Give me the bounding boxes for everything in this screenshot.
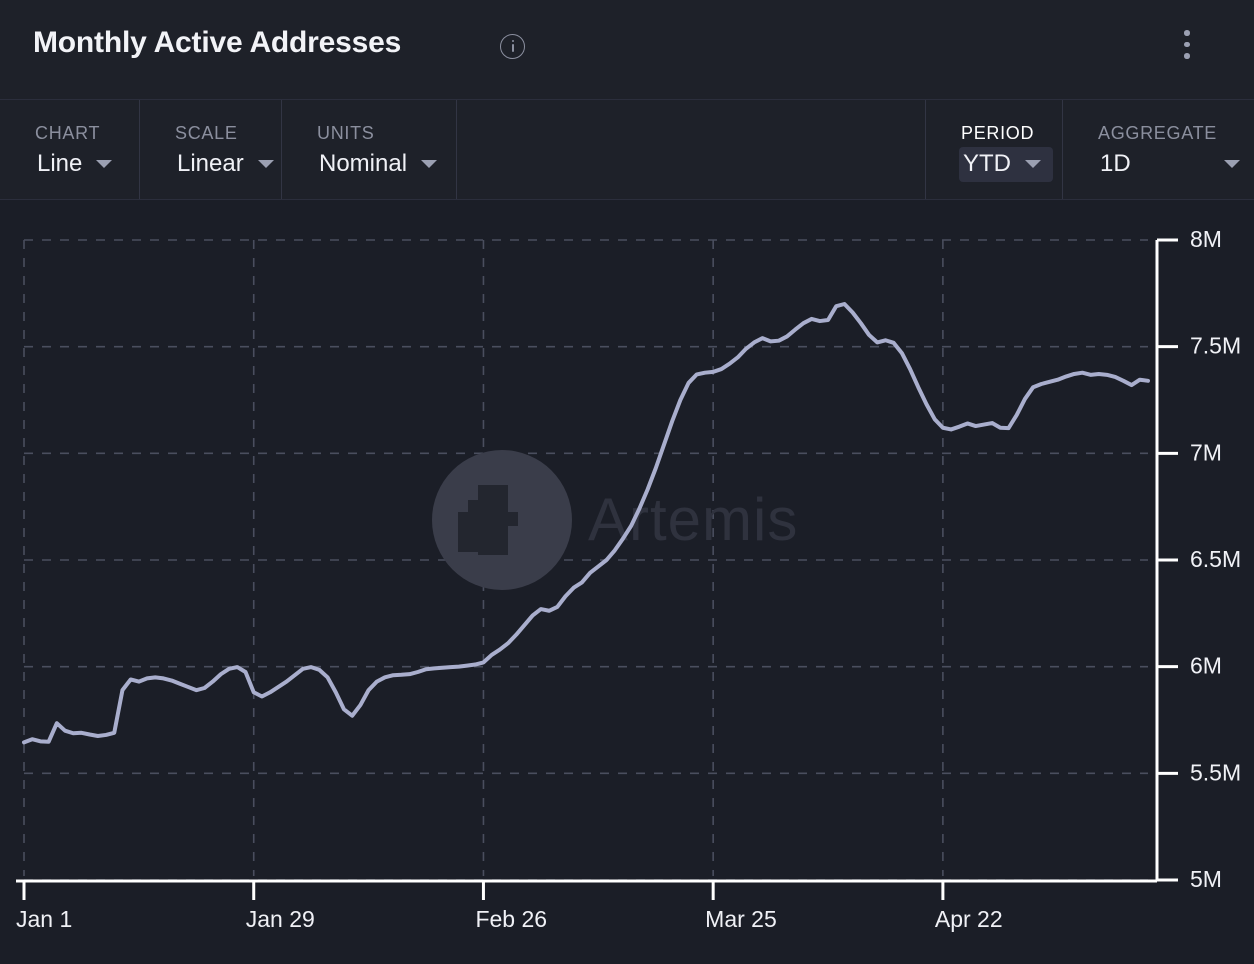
y-axis-tick-label: 6.5M xyxy=(1190,546,1241,572)
chart-widget: Monthly Active Addresses CHART Line SCAL… xyxy=(0,0,1254,964)
y-axis-ticks xyxy=(1157,240,1178,880)
toolbar-value-scale: Linear xyxy=(177,149,244,179)
toolbar-label-period: PERIOD xyxy=(961,123,1034,144)
chart-canvas: Artemis 8M 7.5M 7M 6.5M 6M 5.5M 5M Jan 1 Jan 29… xyxy=(0,200,1254,964)
y-axis-tick-label: 5M xyxy=(1190,866,1222,892)
chevron-down-icon xyxy=(1025,160,1041,168)
page-title: Monthly Active Addresses xyxy=(33,26,401,60)
toolbar-label-units: UNITS xyxy=(317,123,375,144)
toolbar-control-scale[interactable]: SCALE Linear xyxy=(140,100,282,199)
line-chart-svg: Artemis 8M 7.5M 7M 6.5M 6M 5.5M 5M Jan 1 Jan 29… xyxy=(0,200,1254,964)
x-axis-ticks xyxy=(24,881,943,900)
toolbar-value-period: YTD xyxy=(963,149,1011,179)
toolbar-value-aggregate: 1D xyxy=(1100,149,1131,179)
toolbar-value-chart: Line xyxy=(37,149,82,179)
chevron-down-icon xyxy=(421,160,437,168)
y-axis-tick-labels: 8M 7.5M 7M 6.5M 6M 5.5M 5M xyxy=(1190,226,1241,892)
toolbar-value-units: Nominal xyxy=(319,149,407,179)
toolbar-control-units[interactable]: UNITS Nominal xyxy=(282,100,457,199)
toolbar-dropdown-chart[interactable]: Line xyxy=(33,147,118,182)
x-axis-tick-label: Mar 25 xyxy=(705,906,777,932)
series-line-monthly-active-addresses xyxy=(24,304,1148,742)
toolbar-control-period[interactable]: PERIOD YTD xyxy=(925,100,1063,199)
toolbar-dropdown-scale[interactable]: Linear xyxy=(173,147,280,182)
toolbar-control-aggregate[interactable]: AGGREGATE 1D xyxy=(1063,100,1254,199)
chevron-down-icon xyxy=(258,160,274,168)
toolbar-control-chart[interactable]: CHART Line xyxy=(0,100,140,199)
widget-header: Monthly Active Addresses xyxy=(0,0,1254,100)
x-axis-tick-labels: Jan 1 Jan 29 Feb 26 Mar 25 Apr 22 xyxy=(16,906,1003,932)
toolbar-label-aggregate: AGGREGATE xyxy=(1098,123,1217,144)
toolbar-dropdown-units[interactable]: Nominal xyxy=(315,147,443,182)
y-axis-tick-label: 6M xyxy=(1190,653,1222,679)
y-axis-tick-label: 8M xyxy=(1190,226,1222,252)
toolbar-dropdown-aggregate[interactable]: 1D xyxy=(1096,147,1254,182)
toolbar-dropdown-period[interactable]: YTD xyxy=(959,147,1053,182)
toolbar-label-chart: CHART xyxy=(35,123,100,144)
horizontal-gridlines xyxy=(24,240,1148,880)
x-axis-tick-label: Jan 29 xyxy=(246,906,315,932)
chevron-down-icon xyxy=(1224,160,1240,168)
x-axis-tick-label: Apr 22 xyxy=(935,906,1003,932)
y-axis-tick-label: 7M xyxy=(1190,439,1222,465)
x-axis-tick-label: Feb 26 xyxy=(475,906,547,932)
info-icon[interactable] xyxy=(500,34,525,59)
toolbar-label-scale: SCALE xyxy=(175,123,238,144)
y-axis-tick-label: 7.5M xyxy=(1190,333,1241,359)
chart-toolbar: CHART Line SCALE Linear UNITS Nominal PE… xyxy=(0,100,1254,200)
artemis-watermark: Artemis xyxy=(432,450,798,590)
x-axis-tick-label: Jan 1 xyxy=(16,906,72,932)
chevron-down-icon xyxy=(96,160,112,168)
y-axis-tick-label: 5.5M xyxy=(1190,759,1241,785)
kebab-menu-icon[interactable] xyxy=(1176,30,1198,62)
